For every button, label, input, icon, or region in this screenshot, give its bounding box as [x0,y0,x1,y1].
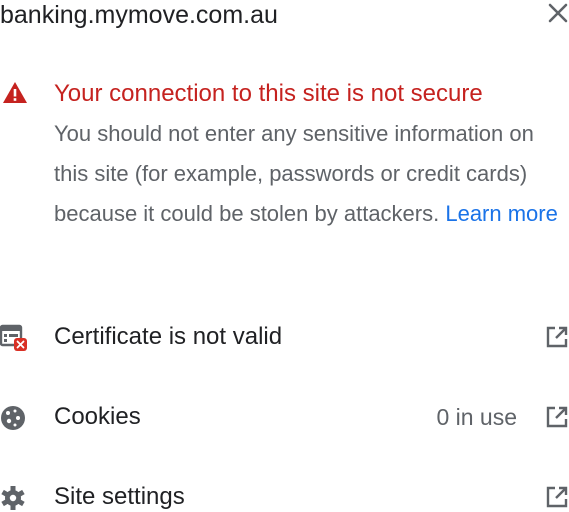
open-external-icon [546,326,568,348]
site-settings-label: Site settings [54,483,185,510]
cookie-icon [1,406,25,430]
open-external-icon [546,486,568,508]
learn-more-link[interactable]: Learn more [445,201,558,226]
warning-description: You should not enter any sensitive infor… [54,114,564,234]
gear-icon [1,486,25,510]
certificate-error-icon [0,324,27,351]
certificate-label: Certificate is not valid [54,323,283,350]
warning-triangle-icon [3,82,27,103]
close-icon [548,3,568,23]
open-external-icon [546,406,568,428]
site-info-popup: banking.mymove.com.au Your connection to… [0,0,569,512]
site-domain-title: banking.mymove.com.au [0,1,278,29]
certificate-row[interactable]: Certificate is not valid [0,317,569,357]
cookies-label: Cookies [54,403,141,430]
cookies-count: 0 in use [436,404,517,430]
close-button[interactable] [542,1,569,27]
site-settings-row[interactable]: Site settings [0,477,569,512]
warning-title: Your connection to this site is not secu… [54,80,483,107]
cookies-row[interactable]: Cookies 0 in use [0,397,569,437]
